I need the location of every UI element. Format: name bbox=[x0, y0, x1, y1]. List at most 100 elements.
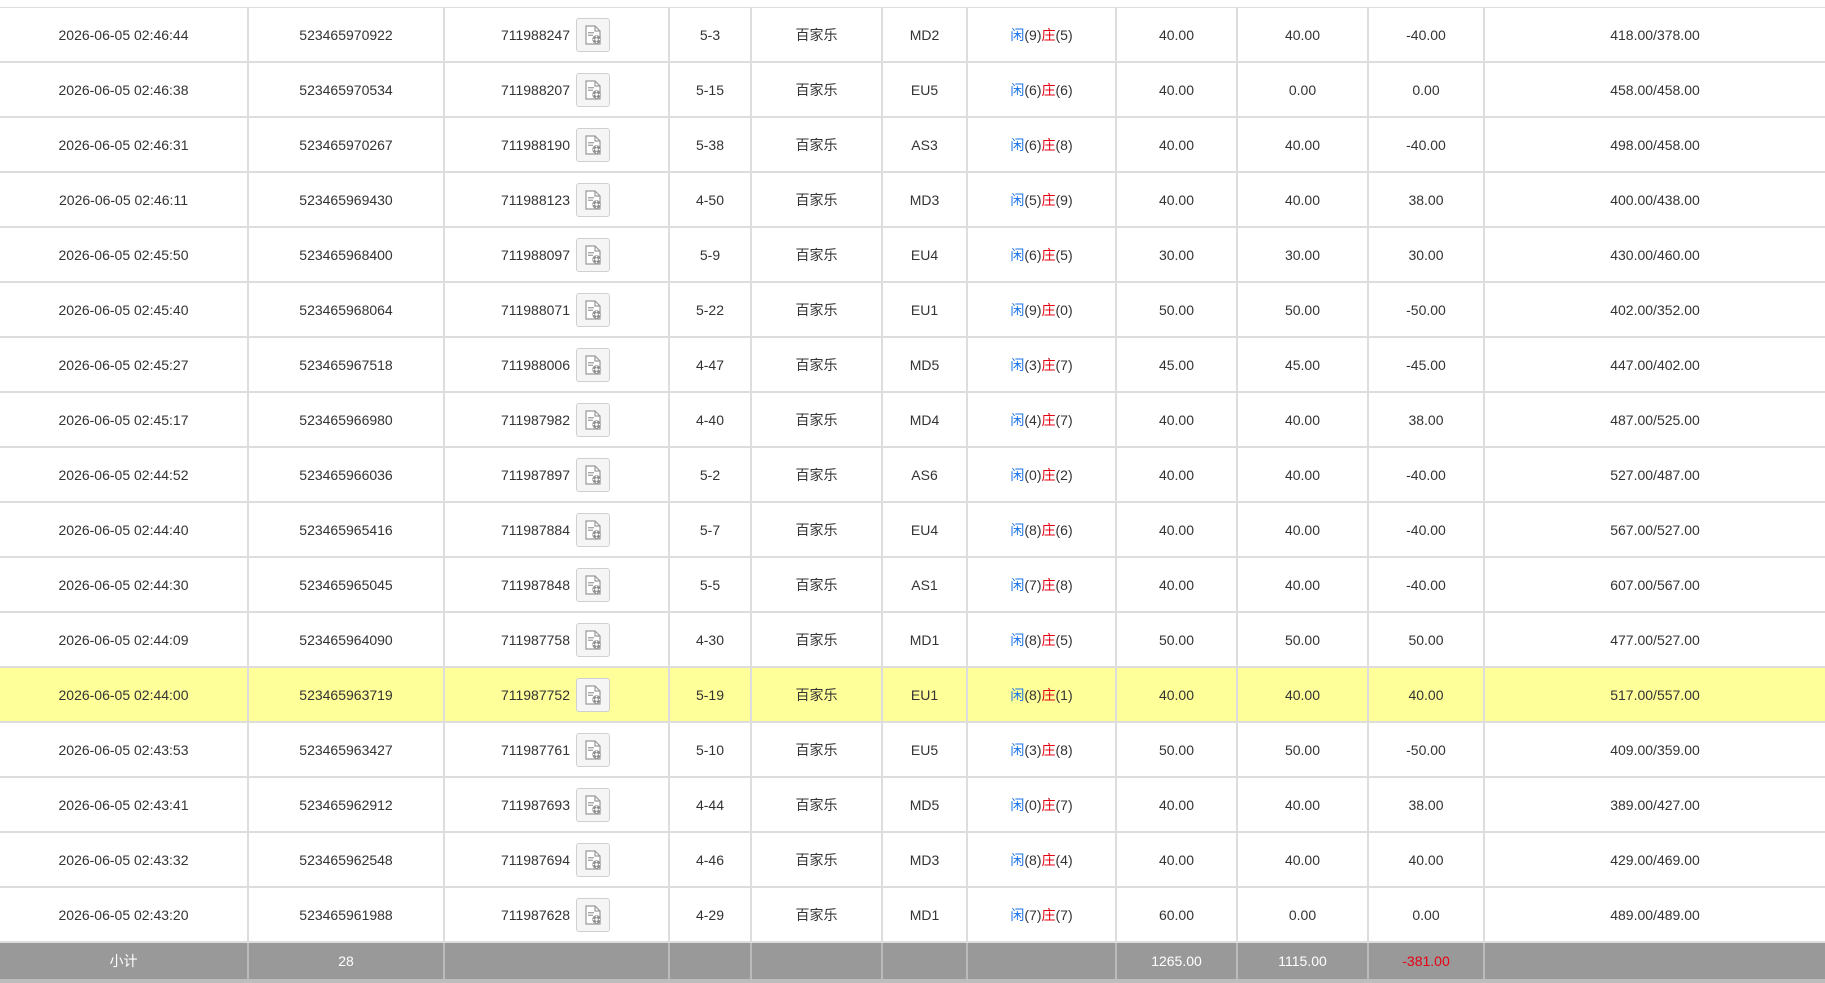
banker-label: 庄 bbox=[1041, 906, 1056, 923]
cell-game: 百家乐 bbox=[751, 282, 883, 338]
player-points: (6) bbox=[1024, 81, 1042, 98]
player-label: 闲 bbox=[1010, 521, 1025, 538]
player-label: 闲 bbox=[1010, 411, 1025, 428]
cell-order-id: 523465964090 bbox=[248, 612, 445, 668]
cell-table: EU1 bbox=[882, 667, 968, 723]
cell-bet: 30.00 bbox=[1116, 227, 1238, 283]
cell-round: 711988097 bbox=[444, 227, 670, 283]
cell-valid-bet: 40.00 bbox=[1237, 392, 1369, 448]
player-label: 闲 bbox=[1010, 26, 1025, 43]
player-points: (0) bbox=[1024, 466, 1042, 483]
replay-document-icon[interactable] bbox=[576, 72, 610, 107]
player-points: (8) bbox=[1024, 686, 1042, 703]
cell-result: 闲(8)庄(5) bbox=[967, 612, 1117, 668]
cell-shoe: 4-40 bbox=[669, 392, 752, 448]
cell-bet: 40.00 bbox=[1116, 777, 1238, 833]
round-number: 711987628 bbox=[500, 906, 570, 923]
cell-shoe: 4-47 bbox=[669, 337, 752, 393]
cell-time: 2026-06-05 02:46:11 bbox=[0, 172, 249, 228]
replay-document-icon[interactable] bbox=[576, 237, 610, 272]
cell-table: EU4 bbox=[882, 227, 968, 283]
round-number: 711987897 bbox=[500, 466, 570, 483]
table-row: 2026-06-05 02:43:53 523465963427 7119877… bbox=[0, 722, 1825, 778]
cell-order-id: 523465965416 bbox=[248, 502, 445, 558]
replay-document-icon[interactable] bbox=[576, 567, 610, 602]
cell-shoe: 5-9 bbox=[669, 227, 752, 283]
cell-order-id: 523465970534 bbox=[248, 62, 445, 118]
cell-valid-bet: 40.00 bbox=[1237, 667, 1369, 723]
cell-game: 百家乐 bbox=[751, 832, 883, 888]
replay-document-icon[interactable] bbox=[576, 347, 610, 382]
cell-result: 闲(7)庄(8) bbox=[967, 557, 1117, 613]
cell-game: 百家乐 bbox=[751, 447, 883, 503]
replay-document-icon[interactable] bbox=[576, 127, 610, 162]
cell-balance: 389.00/427.00 bbox=[1484, 777, 1825, 833]
cell-order-id: 523465970922 bbox=[248, 8, 445, 63]
replay-document-icon[interactable] bbox=[576, 732, 610, 767]
replay-document-icon[interactable] bbox=[576, 457, 610, 492]
replay-document-icon[interactable] bbox=[576, 677, 610, 712]
cell-round: 711987982 bbox=[444, 392, 670, 448]
cell-shoe: 4-29 bbox=[669, 887, 752, 943]
cell-table: EU5 bbox=[882, 62, 968, 118]
cell-valid-bet: 40.00 bbox=[1237, 8, 1369, 63]
cell-result: 闲(9)庄(5) bbox=[967, 8, 1117, 63]
cell-table: MD1 bbox=[882, 887, 968, 943]
replay-document-icon[interactable] bbox=[576, 897, 610, 932]
cell-valid-bet: 0.00 bbox=[1237, 62, 1369, 118]
cell-bet: 50.00 bbox=[1116, 612, 1238, 668]
cell-table: EU5 bbox=[882, 722, 968, 778]
replay-document-icon[interactable] bbox=[576, 182, 610, 217]
cell-table: MD3 bbox=[882, 172, 968, 228]
player-label: 闲 bbox=[1010, 631, 1025, 648]
player-points: (4) bbox=[1024, 411, 1042, 428]
round-number: 711988190 bbox=[500, 136, 570, 153]
cell-table: MD5 bbox=[882, 337, 968, 393]
replay-document-icon[interactable] bbox=[576, 622, 610, 657]
cell-result: 闲(0)庄(2) bbox=[967, 447, 1117, 503]
bet-records-table: 2026-06-05 02:46:44 523465970922 7119882… bbox=[0, 8, 1825, 983]
cell-result: 闲(9)庄(0) bbox=[967, 282, 1117, 338]
cell-shoe: 5-5 bbox=[669, 557, 752, 613]
cell-shoe: 4-50 bbox=[669, 172, 752, 228]
subtotal-empty-result bbox=[967, 942, 1117, 983]
cell-shoe: 5-10 bbox=[669, 722, 752, 778]
replay-document-icon[interactable] bbox=[576, 292, 610, 327]
cell-game: 百家乐 bbox=[751, 62, 883, 118]
player-points: (8) bbox=[1024, 521, 1042, 538]
replay-document-icon[interactable] bbox=[576, 787, 610, 822]
cell-win-loss: 40.00 bbox=[1368, 667, 1485, 723]
replay-document-icon[interactable] bbox=[576, 402, 610, 437]
cell-time: 2026-06-05 02:46:44 bbox=[0, 8, 249, 63]
banker-points: (5) bbox=[1055, 631, 1073, 648]
player-points: (8) bbox=[1024, 851, 1042, 868]
cell-game: 百家乐 bbox=[751, 777, 883, 833]
player-points: (0) bbox=[1024, 796, 1042, 813]
cell-time: 2026-06-05 02:43:20 bbox=[0, 887, 249, 943]
cell-game: 百家乐 bbox=[751, 392, 883, 448]
replay-document-icon[interactable] bbox=[576, 842, 610, 877]
player-points: (9) bbox=[1024, 301, 1042, 318]
cell-balance: 458.00/458.00 bbox=[1484, 62, 1825, 118]
table-body: 2026-06-05 02:46:44 523465970922 7119882… bbox=[0, 8, 1825, 943]
player-label: 闲 bbox=[1010, 906, 1025, 923]
cell-time: 2026-06-05 02:44:40 bbox=[0, 502, 249, 558]
table-row: 2026-06-05 02:44:00 523465963719 7119877… bbox=[0, 667, 1825, 723]
replay-document-icon[interactable] bbox=[576, 512, 610, 547]
banker-points: (6) bbox=[1055, 81, 1073, 98]
banker-points: (6) bbox=[1055, 521, 1073, 538]
subtotal-label: 小计 bbox=[0, 942, 249, 983]
cell-win-loss: 38.00 bbox=[1368, 172, 1485, 228]
cell-shoe: 5-22 bbox=[669, 282, 752, 338]
cell-bet: 40.00 bbox=[1116, 62, 1238, 118]
cell-result: 闲(4)庄(7) bbox=[967, 392, 1117, 448]
cell-time: 2026-06-05 02:45:17 bbox=[0, 392, 249, 448]
round-number: 711987848 bbox=[500, 576, 570, 593]
cell-table: AS6 bbox=[882, 447, 968, 503]
replay-document-icon[interactable] bbox=[576, 17, 610, 52]
player-label: 闲 bbox=[1010, 301, 1025, 318]
subtotal-count: 28 bbox=[248, 942, 445, 983]
cell-round: 711987884 bbox=[444, 502, 670, 558]
banker-label: 庄 bbox=[1041, 576, 1056, 593]
cell-shoe: 4-30 bbox=[669, 612, 752, 668]
